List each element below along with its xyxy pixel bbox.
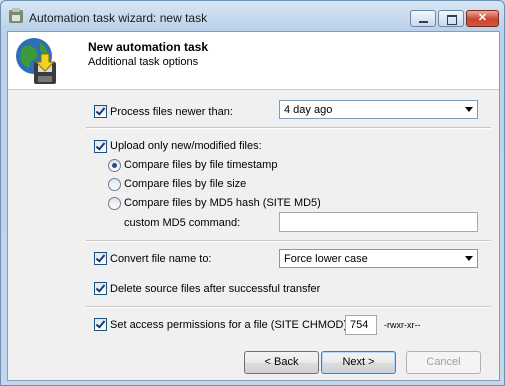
delete-source-checkbox[interactable] — [94, 282, 107, 295]
permissions-input[interactable] — [346, 316, 376, 334]
convert-name-value: Force lower case — [284, 253, 368, 265]
convert-name-label: Convert file name to: — [110, 253, 212, 265]
title-bar[interactable]: Automation task wizard: new task ✕ — [1, 1, 504, 31]
next-button[interactable]: Next > — [321, 351, 396, 374]
close-icon: ✕ — [477, 12, 488, 24]
maximize-button[interactable] — [438, 10, 464, 27]
process-newer-select[interactable]: 4 day ago — [279, 100, 478, 119]
compare-md5-radio[interactable] — [108, 197, 121, 210]
permissions-field[interactable] — [345, 315, 377, 335]
separator — [86, 240, 491, 242]
upload-new-label: Upload only new/modified files: — [110, 140, 262, 152]
md5-command-input[interactable] — [280, 213, 477, 231]
maximize-icon — [447, 15, 457, 25]
process-newer-label: Process files newer than: — [110, 106, 233, 118]
header-title: New automation task — [88, 40, 209, 54]
md5-command-field[interactable] — [279, 212, 478, 232]
chevron-down-icon — [465, 107, 473, 112]
convert-name-checkbox[interactable] — [94, 252, 107, 265]
cancel-button[interactable]: Cancel — [406, 351, 481, 374]
compare-timestamp-label: Compare files by file timestamp — [124, 159, 278, 171]
globe-download-icon — [16, 38, 56, 84]
separator — [86, 127, 491, 129]
permissions-checkbox[interactable] — [94, 318, 107, 331]
app-icon — [9, 8, 23, 23]
permissions-mask: -rwxr-xr-- — [384, 320, 421, 330]
compare-size-radio[interactable] — [108, 178, 121, 191]
minimize-button[interactable] — [410, 10, 436, 27]
compare-size-label: Compare files by file size — [124, 178, 247, 190]
header-subtitle: Additional task options — [88, 56, 199, 68]
wizard-content: New automation task Additional task opti… — [7, 31, 500, 381]
separator — [86, 306, 491, 308]
compare-md5-label: Compare files by MD5 hash (SITE MD5) — [124, 197, 321, 209]
upload-new-checkbox[interactable] — [94, 140, 107, 153]
minimize-icon — [419, 21, 428, 23]
chevron-down-icon — [465, 256, 473, 261]
process-newer-checkbox[interactable] — [94, 105, 107, 118]
convert-name-select[interactable]: Force lower case — [279, 249, 478, 268]
process-newer-value: 4 day ago — [284, 104, 333, 116]
delete-source-label: Delete source files after successful tra… — [110, 283, 321, 295]
md5-command-label: custom MD5 command: — [124, 217, 241, 229]
window-title: Automation task wizard: new task — [29, 11, 208, 25]
close-button[interactable]: ✕ — [466, 10, 499, 27]
wizard-header: New automation task Additional task opti… — [8, 32, 499, 90]
wizard-window: Automation task wizard: new task ✕ New a… — [0, 0, 505, 386]
permissions-label: Set access permissions for a file (SITE … — [110, 319, 348, 331]
back-button[interactable]: < Back — [244, 351, 319, 374]
compare-timestamp-radio[interactable] — [108, 159, 121, 172]
